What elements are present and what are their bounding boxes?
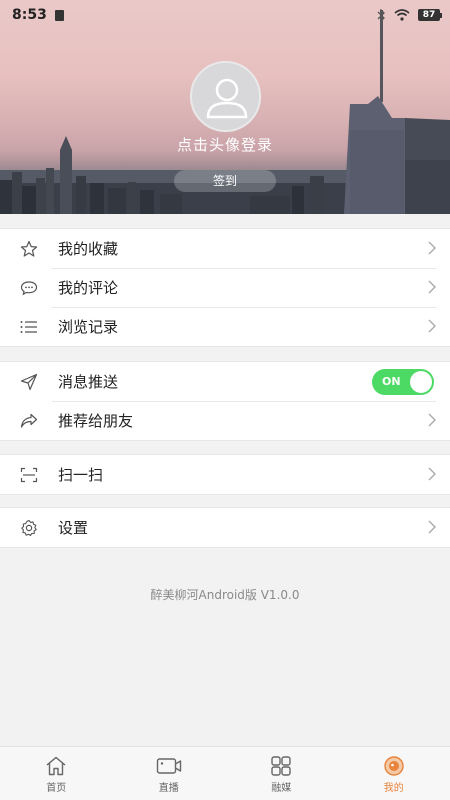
battery-icon: 87 bbox=[418, 9, 442, 21]
chevron-right-icon bbox=[428, 241, 436, 255]
tab-label-mine: 我的 bbox=[383, 783, 404, 794]
status-time: 8:53 bbox=[12, 7, 47, 23]
toggle-knob bbox=[410, 371, 432, 393]
comment-icon bbox=[0, 280, 58, 296]
version-text: 醉美柳河Android版 V1.0.0 bbox=[150, 588, 300, 602]
bluetooth-icon bbox=[377, 8, 385, 22]
menu-item-comments[interactable]: 我的评论 bbox=[0, 268, 450, 307]
share-icon bbox=[0, 413, 58, 429]
star-icon bbox=[0, 240, 58, 258]
menu-group-scan: 扫一扫 bbox=[0, 454, 450, 495]
chevron-right-icon bbox=[428, 520, 436, 534]
avatar[interactable] bbox=[190, 61, 261, 132]
tab-label-live: 直播 bbox=[158, 783, 179, 794]
chevron-right-icon bbox=[428, 319, 436, 333]
menu-item-settings[interactable]: 设置 bbox=[0, 508, 450, 547]
menu-item-favorites[interactable]: 我的收藏 bbox=[0, 229, 450, 268]
menu-item-history[interactable]: 浏览记录 bbox=[0, 307, 450, 346]
status-bar: 8:53 87 bbox=[0, 0, 450, 30]
push-toggle[interactable]: ON bbox=[372, 369, 434, 395]
chevron-right-icon bbox=[428, 413, 436, 427]
menu-label-favorites: 我的收藏 bbox=[58, 240, 119, 258]
menu-item-scan[interactable]: 扫一扫 bbox=[0, 455, 450, 494]
menu-label-comments: 我的评论 bbox=[58, 279, 119, 297]
login-prompt[interactable]: 点击头像登录 bbox=[0, 134, 450, 155]
tab-home[interactable]: 首页 bbox=[0, 747, 113, 800]
scan-icon bbox=[0, 467, 58, 483]
menu-group-notifications: 消息推送 ON 推荐给朋友 bbox=[0, 361, 450, 441]
video-icon bbox=[156, 758, 181, 774]
tab-mine[interactable]: 我的 bbox=[338, 747, 450, 800]
menu-label-push: 消息推送 bbox=[58, 373, 119, 391]
tab-label-media: 融媒 bbox=[271, 783, 292, 794]
list-icon bbox=[0, 320, 58, 334]
menu-label-history: 浏览记录 bbox=[58, 318, 119, 336]
checkin-button[interactable]: 签到 bbox=[174, 170, 276, 192]
menu-label-scan: 扫一扫 bbox=[58, 466, 104, 484]
grid-icon bbox=[271, 756, 291, 776]
gear-icon bbox=[0, 519, 58, 537]
send-icon bbox=[0, 373, 58, 391]
tab-media[interactable]: 融媒 bbox=[225, 747, 338, 800]
chevron-right-icon bbox=[428, 467, 436, 481]
menu-label-share: 推荐给朋友 bbox=[58, 412, 134, 430]
menu-item-push: 消息推送 ON bbox=[0, 362, 450, 401]
menu-label-settings: 设置 bbox=[58, 519, 89, 537]
toggle-on-label: ON bbox=[382, 375, 401, 388]
chevron-right-icon bbox=[428, 280, 436, 294]
menu-item-share[interactable]: 推荐给朋友 bbox=[0, 401, 450, 440]
home-icon bbox=[46, 756, 66, 776]
wifi-icon bbox=[394, 9, 410, 21]
menu-group-personal: 我的收藏 我的评论 浏览记录 bbox=[0, 228, 450, 347]
profile-icon bbox=[384, 756, 404, 776]
tab-live[interactable]: 直播 bbox=[113, 747, 226, 800]
sim-card-icon bbox=[54, 9, 64, 21]
bottom-tab-bar: 首页 直播 融媒 我的 bbox=[0, 746, 450, 800]
tab-label-home: 首页 bbox=[46, 783, 67, 794]
battery-level: 87 bbox=[422, 10, 436, 20]
menu-group-settings: 设置 bbox=[0, 507, 450, 548]
